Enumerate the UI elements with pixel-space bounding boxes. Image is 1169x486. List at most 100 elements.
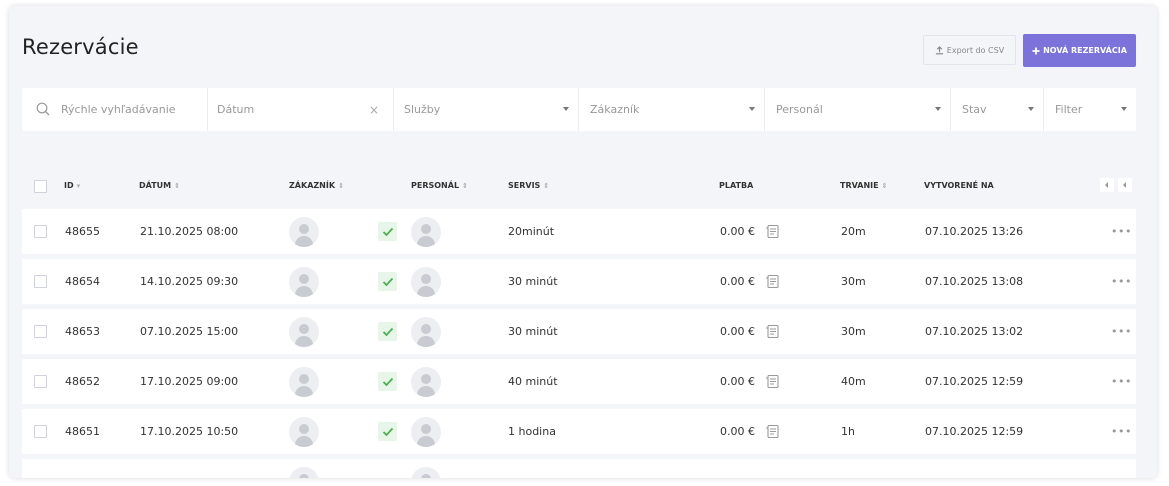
avatar — [411, 467, 441, 478]
service-name: 20minút — [508, 225, 555, 238]
service-name: 30 minút — [508, 275, 558, 288]
more-icon[interactable]: ••• — [1111, 359, 1132, 404]
chevron-down-icon — [563, 107, 569, 111]
duration: 1h — [841, 425, 855, 438]
status-select[interactable]: Stav — [951, 88, 1044, 131]
created-at: 07.10.2025 12:59 — [925, 425, 1024, 438]
upload-icon — [935, 45, 943, 54]
table-row[interactable]: 48653 07.10.2025 15:00 30 minút 0.00 € 3… — [22, 309, 1136, 354]
date-input[interactable]: Dátum — [217, 103, 254, 116]
more-icon[interactable]: ••• — [1111, 409, 1132, 454]
services-select-label: Služby — [404, 103, 441, 116]
table-row[interactable]: 48654 14.10.2025 09:30 30 minút 0.00 € 3… — [22, 259, 1136, 304]
column-staff[interactable]: PERSONÁL ⇕ — [411, 181, 468, 190]
payment-amount: 0.00 € — [720, 425, 755, 438]
clear-date-icon[interactable]: × — [369, 103, 379, 117]
column-created: VYTVORENÉ NA — [924, 181, 994, 190]
sort-desc-icon: ▾ — [76, 181, 81, 190]
created-at: 07.10.2025 13:02 — [925, 325, 1024, 338]
duration: 40m — [841, 375, 866, 388]
chevron-down-icon — [935, 107, 941, 111]
payment-amount: 0.00 € — [720, 325, 755, 338]
reservation-id: 48655 — [65, 225, 100, 238]
check-icon — [382, 377, 393, 386]
customer-select[interactable]: Zákazník — [579, 88, 765, 131]
receipt-icon[interactable] — [765, 224, 780, 239]
reservation-id: 48652 — [65, 375, 100, 388]
reservations-table-body: 48655 21.10.2025 08:00 20minút 0.00 € 20… — [22, 209, 1136, 459]
customer-avatar[interactable] — [289, 316, 319, 347]
customer-avatar[interactable] — [289, 266, 319, 297]
table-row[interactable]: 48655 21.10.2025 08:00 20minút 0.00 € 20… — [22, 209, 1136, 254]
staff-avatar[interactable] — [411, 216, 441, 247]
reservation-id: 48651 — [65, 425, 100, 438]
more-icon[interactable]: ••• — [1111, 309, 1132, 354]
receipt-icon[interactable] — [765, 324, 780, 339]
more-icon[interactable]: ••• — [1111, 209, 1132, 254]
reservation-id: 48653 — [65, 325, 100, 338]
filter-select[interactable]: Filter — [1044, 88, 1136, 131]
staff-avatar[interactable] — [411, 366, 441, 397]
search-input[interactable]: Rýchle vyhľadávanie — [61, 103, 176, 116]
row-checkbox[interactable] — [34, 225, 47, 238]
service-name: 1 hodina — [508, 425, 556, 438]
confirmed-status — [378, 222, 397, 241]
column-duration[interactable]: TRVANIE ⇕ — [840, 181, 887, 190]
more-icon[interactable]: ••• — [1111, 259, 1132, 304]
select-all-checkbox[interactable] — [34, 180, 47, 193]
search-icon — [36, 102, 50, 116]
column-service[interactable]: SERVIS ⇕ — [508, 181, 549, 190]
payment-amount: 0.00 € — [720, 225, 755, 238]
sort-icon: ⇕ — [338, 181, 344, 190]
created-at: 07.10.2025 13:26 — [925, 225, 1024, 238]
duration: 20m — [841, 225, 866, 238]
duration: 30m — [841, 275, 866, 288]
customer-avatar[interactable] — [289, 366, 319, 397]
customer-avatar[interactable] — [289, 216, 319, 247]
column-date[interactable]: DÁTUM ⇕ — [139, 181, 180, 190]
check-icon — [382, 227, 393, 236]
confirmed-status — [378, 422, 397, 441]
reservation-date: 21.10.2025 08:00 — [140, 225, 239, 238]
row-checkbox[interactable] — [34, 425, 47, 438]
services-select[interactable]: Služby — [394, 88, 579, 131]
chevron-down-icon — [1028, 107, 1034, 111]
service-name: 40 minút — [508, 375, 558, 388]
staff-avatar[interactable] — [411, 266, 441, 297]
confirmed-status — [378, 272, 397, 291]
customer-avatar[interactable] — [289, 416, 319, 447]
created-at: 07.10.2025 12:59 — [925, 375, 1024, 388]
staff-avatar[interactable] — [411, 416, 441, 447]
table-row[interactable]: 48652 17.10.2025 09:00 40 minút 0.00 € 4… — [22, 359, 1136, 404]
chevron-down-icon — [1121, 107, 1127, 111]
staff-select[interactable]: Personál — [765, 88, 951, 131]
row-checkbox[interactable] — [34, 275, 47, 288]
receipt-icon[interactable] — [765, 374, 780, 389]
confirmed-status — [378, 322, 397, 341]
sort-icon: ⇕ — [462, 181, 468, 190]
customer-select-label: Zákazník — [590, 103, 640, 116]
scroll-left-icon[interactable] — [1100, 178, 1114, 192]
new-reservation-button[interactable]: NOVÁ REZERVÁCIA — [1023, 34, 1136, 67]
column-customer[interactable]: ZÁKAZNÍK ⇕ — [289, 181, 344, 190]
reservation-date: 14.10.2025 09:30 — [140, 275, 239, 288]
staff-select-label: Personál — [776, 103, 823, 116]
date-filter[interactable]: Dátum × — [208, 88, 394, 131]
search-field[interactable]: Rýchle vyhľadávanie — [22, 88, 208, 131]
table-header: ID ▾ DÁTUM ⇕ ZÁKAZNÍK ⇕ PERSONÁL ⇕ SERVIS ⇕ P… — [22, 176, 1136, 198]
filter-bar: Rýchle vyhľadávanie Dátum × Služby Zákaz… — [22, 88, 1136, 131]
row-checkbox[interactable] — [34, 325, 47, 338]
sort-icon: ⇕ — [543, 181, 550, 190]
receipt-icon[interactable] — [765, 274, 780, 289]
reservations-page: Rezervácie Export do CSV NOVÁ REZERVÁCIA… — [9, 6, 1157, 478]
table-row[interactable]: 48651 17.10.2025 10:50 1 hodina 0.00 € 1… — [22, 409, 1136, 454]
export-csv-button[interactable]: Export do CSV — [923, 35, 1016, 65]
check-icon — [382, 327, 393, 336]
row-checkbox[interactable] — [34, 375, 47, 388]
column-id[interactable]: ID ▾ — [64, 181, 80, 190]
scroll-left-icon[interactable] — [1118, 178, 1132, 192]
receipt-icon[interactable] — [765, 424, 780, 439]
avatar — [289, 467, 319, 478]
reservation-date: 07.10.2025 15:00 — [140, 325, 239, 338]
staff-avatar[interactable] — [411, 316, 441, 347]
